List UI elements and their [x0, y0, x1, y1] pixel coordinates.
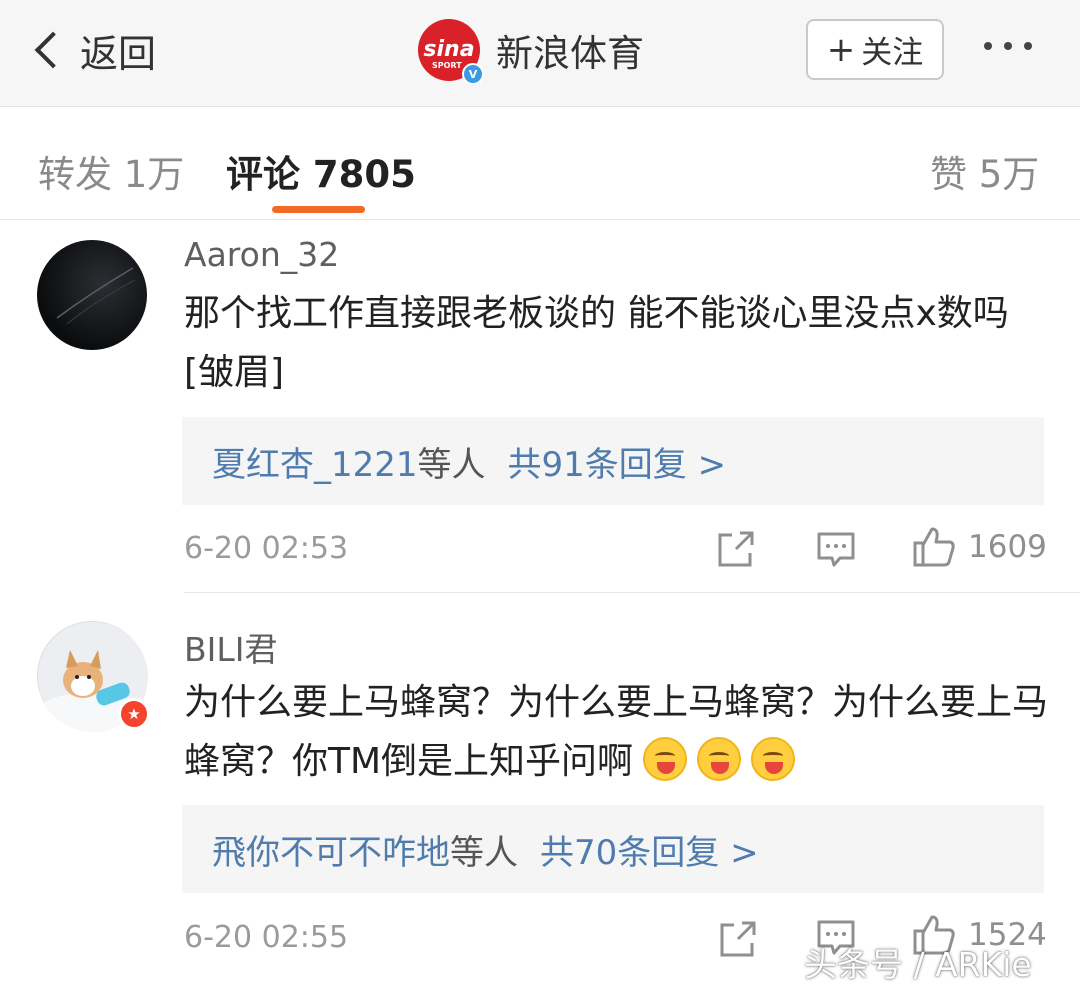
reply-usernames[interactable]: 夏红杏_1221 — [212, 437, 418, 486]
like-count: 1609 — [968, 529, 1047, 565]
tab-comments[interactable]: 评论 7805 — [226, 144, 416, 198]
follow-button[interactable]: + 关注 — [806, 19, 944, 80]
back-label: 返回 — [80, 31, 157, 76]
comment-item: Aaron_32 那个找工作直接跟老板谈的 能不能谈心里没点x数吗[皱眉] 夏红… — [0, 221, 1080, 593]
comment-body: 为什么要上马蜂窝？为什么要上马蜂窝？为什么要上马蜂窝？你TM倒是上知乎问啊 — [184, 682, 1049, 782]
eating-watermelon-emoji-icon — [697, 737, 742, 781]
comment-username[interactable]: Aaron_32 — [184, 235, 339, 274]
vip-badge-icon: ★ — [118, 698, 150, 730]
comment-icon — [817, 532, 855, 567]
eating-watermelon-emoji-icon — [751, 737, 796, 781]
chevron-left-icon — [34, 31, 72, 69]
avatar[interactable] — [37, 240, 147, 350]
top-navigation-bar: 返回 sina SPORT V 新浪体育 + 关注 — [0, 0, 1080, 107]
verified-badge-icon: V — [462, 63, 484, 85]
replies-summary[interactable]: 飛你不可不咋地 等人 共70条回复 > — [182, 805, 1044, 893]
sina-logo-icon: sina — [423, 37, 475, 62]
tab-likes[interactable]: 赞 5万 — [930, 144, 1039, 198]
reply-button[interactable] — [816, 531, 856, 569]
thumbs-up-icon — [913, 527, 955, 567]
account-avatar[interactable]: sina SPORT V — [418, 19, 484, 85]
reply-etc-label: 等人 — [450, 832, 518, 873]
plus-icon: + — [826, 29, 856, 70]
share-icon — [720, 921, 756, 957]
share-button[interactable] — [716, 529, 756, 569]
reply-count-link[interactable]: 共91条回复 > — [508, 437, 727, 486]
reply-usernames[interactable]: 飛你不可不咋地 — [212, 825, 450, 874]
back-button[interactable]: 返回 — [30, 22, 156, 78]
follow-label: 关注 — [861, 35, 924, 71]
share-button[interactable] — [718, 919, 758, 959]
more-dot — [984, 42, 992, 50]
comment-text: 那个找工作直接跟老板谈的 能不能谈心里没点x数吗[皱眉] — [184, 293, 1009, 393]
comment-username[interactable]: BILI君 — [184, 623, 278, 671]
share-icon — [718, 531, 754, 567]
watermark: 头条号 / ARKie — [804, 945, 1032, 984]
more-dot — [1024, 42, 1032, 50]
reply-count-link[interactable]: 共70条回复 > — [540, 825, 759, 874]
avatar-image — [56, 267, 136, 325]
sina-logo-subtext: SPORT — [432, 61, 462, 70]
avatar[interactable]: ★ — [37, 621, 150, 732]
comment-text: 为什么要上马蜂窝？为什么要上马蜂窝？为什么要上马蜂窝？你TM倒是上知乎问啊 — [184, 673, 1054, 791]
account-name: 新浪体育 — [496, 32, 644, 75]
like-button[interactable]: 1609 — [912, 525, 1047, 569]
tab-bar: 转发 1万 评论 7805 赞 5万 — [0, 108, 1080, 220]
replies-summary[interactable]: 夏红杏_1221 等人 共91条回复 > — [182, 417, 1044, 505]
tab-forward[interactable]: 转发 1万 — [38, 144, 184, 198]
comment-timestamp: 6-20 02:55 — [184, 920, 349, 955]
comment-item: ★ BILI君 为什么要上马蜂窝？为什么要上马蜂窝？为什么要上马蜂窝？你TM倒是… — [0, 593, 1080, 989]
comment-timestamp: 6-20 02:53 — [184, 531, 349, 566]
eating-watermelon-emoji-icon — [643, 737, 688, 781]
reply-etc-label: 等人 — [417, 444, 486, 485]
more-options-icon[interactable] — [984, 42, 1032, 50]
more-dot — [1004, 42, 1012, 50]
account-header[interactable]: sina SPORT V 新浪体育 — [418, 19, 644, 85]
active-tab-indicator — [272, 206, 365, 213]
